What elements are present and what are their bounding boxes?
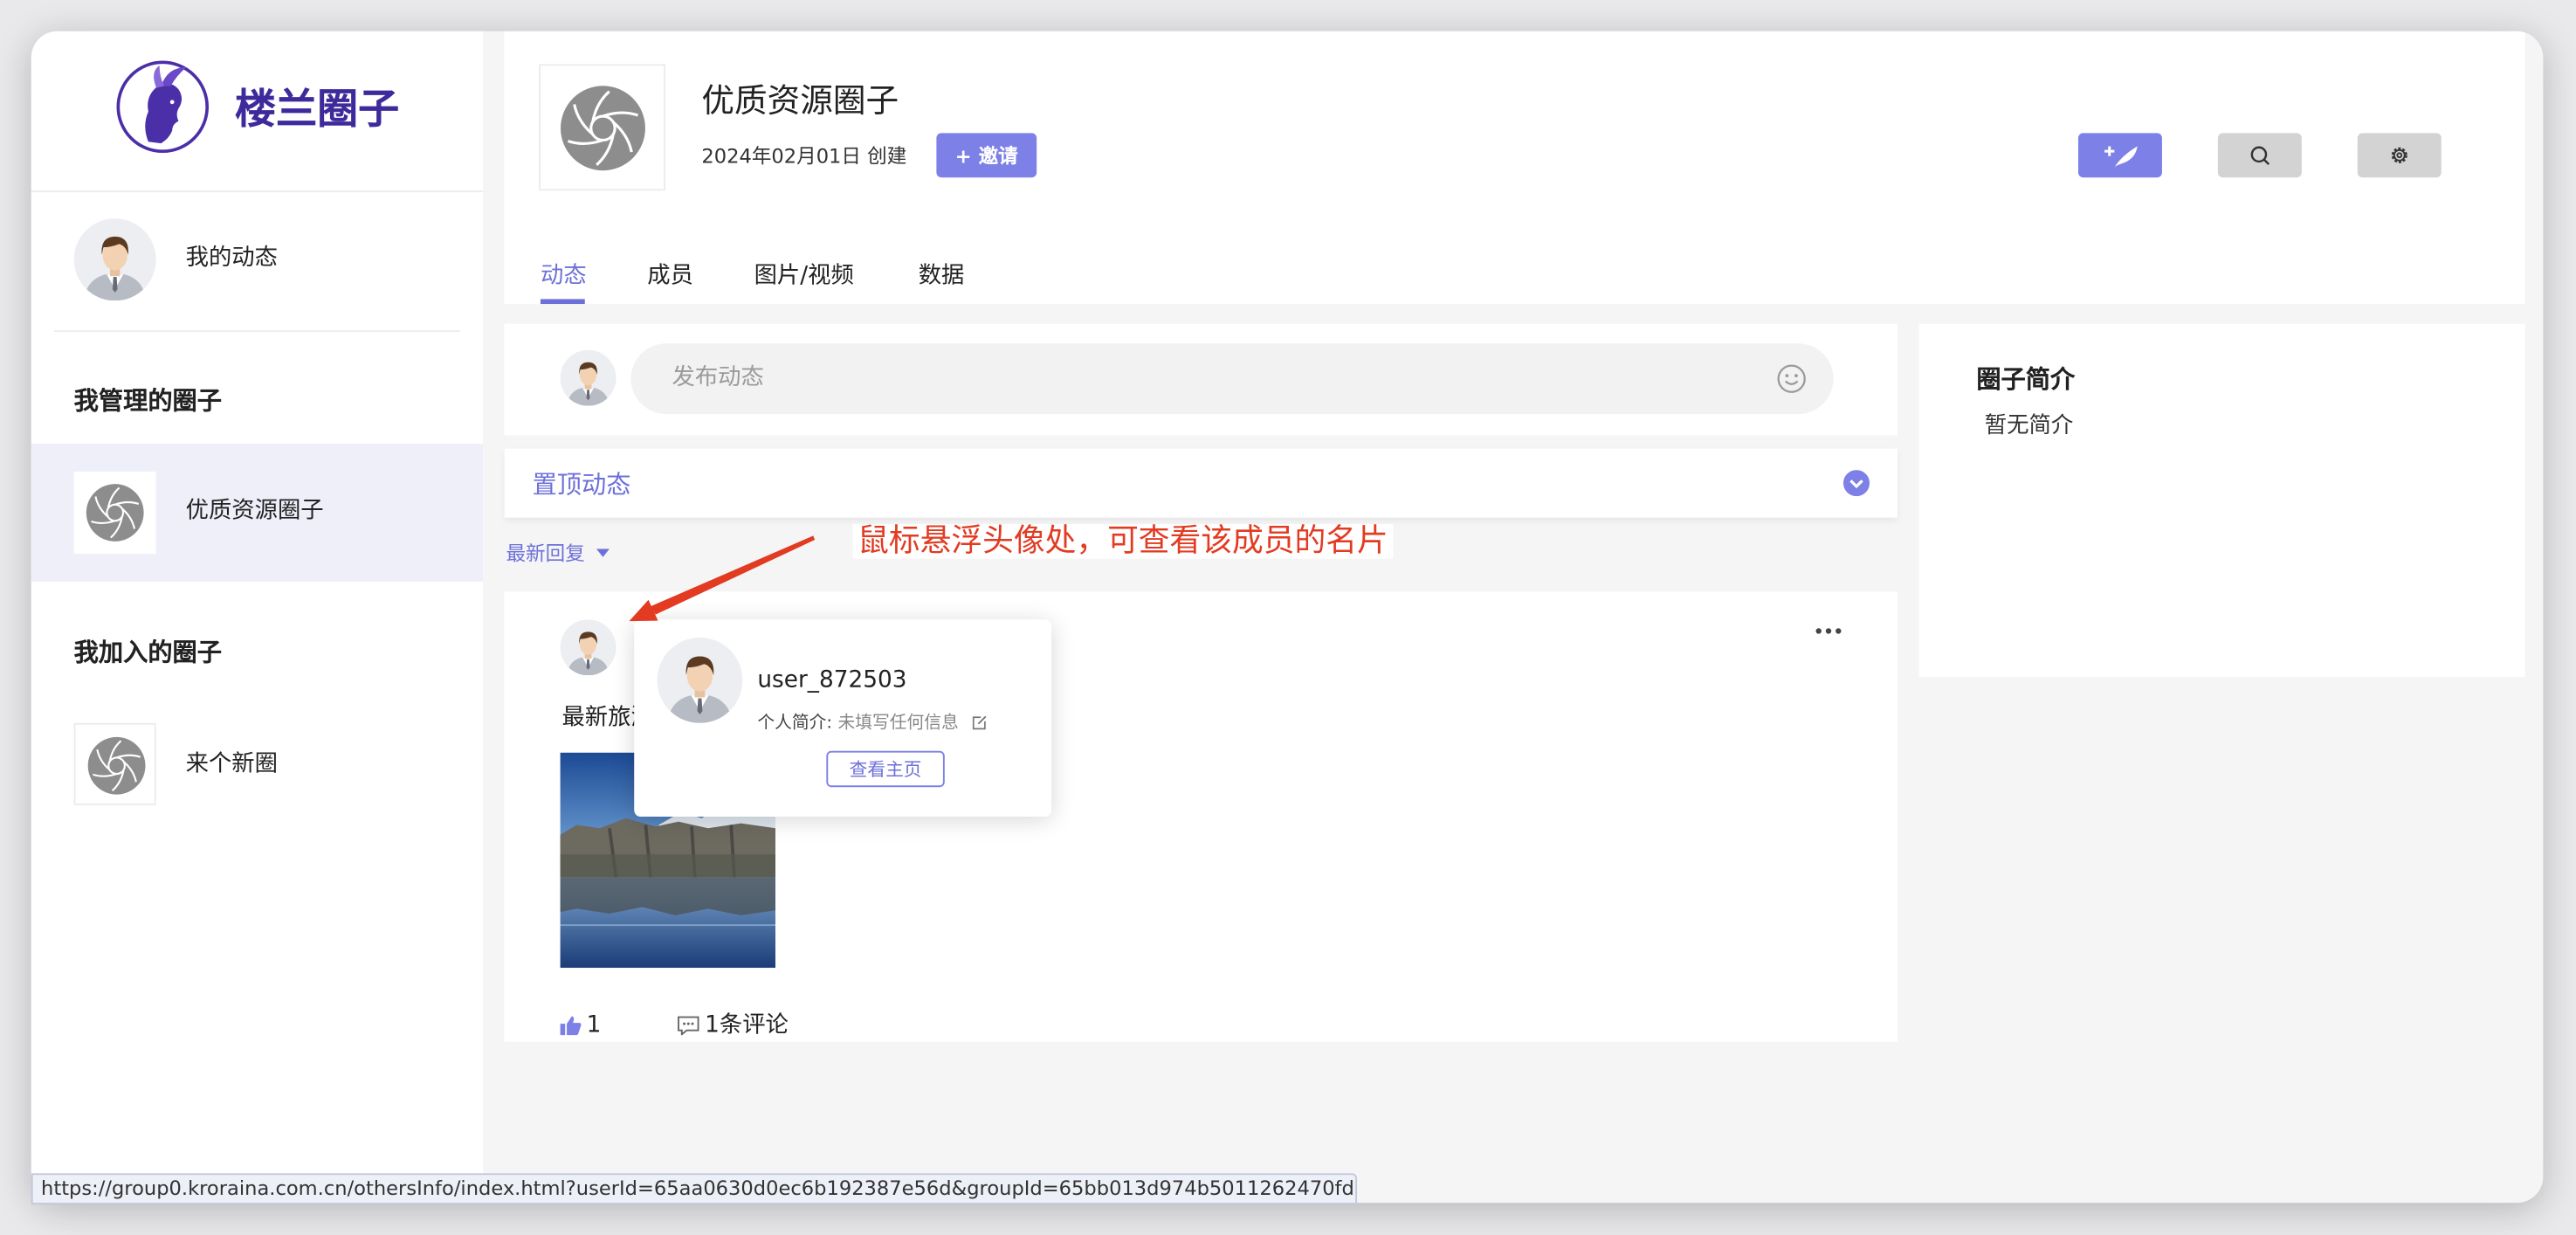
comment-icon <box>678 1016 699 1036</box>
aperture-icon <box>84 481 146 543</box>
thumbs-up-icon <box>560 1016 582 1036</box>
app-window: 楼兰圈子 我的动态 我管理的圈子 优质资源圈子 我加入的圈子 来个新圈 优质资源… <box>31 31 2544 1204</box>
sidebar-item-label: 优质资源圈子 <box>185 498 324 525</box>
about-heading: 圈子简介 <box>1976 364 2076 395</box>
tab-media[interactable]: 图片/视频 <box>754 259 854 293</box>
sidebar-divider <box>54 330 460 333</box>
circle-thumbnail <box>73 722 156 805</box>
sidebar-item-joined-circle[interactable]: 来个新圈 <box>31 708 483 820</box>
tab-active-indicator <box>540 299 585 305</box>
joined-circles-heading: 我加入的圈子 <box>73 637 223 667</box>
group-header: 优质资源圈子 2024年02月01日 创建 + 邀请 动态 成员 图片/视频 数… <box>504 31 2525 305</box>
group-avatar <box>539 64 665 191</box>
smiley-icon[interactable] <box>1776 363 1808 395</box>
like-count: 1 <box>586 1011 602 1039</box>
profile-avatar-icon <box>658 638 743 723</box>
annotation-text: 鼠标悬浮头像处，可查看该成员的名片 <box>852 523 1394 559</box>
search-button[interactable] <box>2217 133 2302 178</box>
sidebar: 楼兰圈子 我的动态 我管理的圈子 优质资源圈子 我加入的圈子 来个新圈 <box>31 31 484 1204</box>
logo-icon[interactable] <box>115 59 210 155</box>
new-post-button[interactable] <box>2077 133 2162 178</box>
chevron-down-circle-icon[interactable] <box>1842 470 1870 497</box>
feather-plus-icon <box>2104 145 2137 167</box>
avatar-icon <box>74 218 156 300</box>
sort-label: 最新回复 <box>506 542 585 566</box>
tab-members[interactable]: 成员 <box>647 259 693 293</box>
post-composer: 发布动态 <box>504 323 1898 436</box>
post-input[interactable]: 发布动态 <box>630 343 1834 415</box>
aperture-icon <box>557 82 649 174</box>
profile-hover-card: user_872503 个人简介: 未填写任何信息 查看主页 <box>634 619 1052 818</box>
group-title: 优质资源圈子 <box>701 80 899 121</box>
profile-username: user_872503 <box>757 666 907 693</box>
author-avatar-icon[interactable] <box>561 619 616 675</box>
comment-count: 1条评论 <box>705 1011 789 1039</box>
edit-icon[interactable] <box>971 714 988 731</box>
tab-feed[interactable]: 动态 <box>541 259 587 293</box>
search-icon <box>2250 146 2270 166</box>
avatar-icon <box>561 350 616 406</box>
profile-bio: 未填写任何信息 <box>837 713 959 734</box>
pinned-posts-bar[interactable]: 置顶动态 <box>504 448 1898 518</box>
view-profile-button[interactable]: 查看主页 <box>826 750 945 788</box>
settings-button[interactable] <box>2357 133 2442 178</box>
circle-thumbnail <box>73 471 156 555</box>
post-input-placeholder: 发布动态 <box>672 364 764 391</box>
app-logo-text[interactable]: 楼兰圈子 <box>235 80 399 140</box>
tab-data[interactable]: 数据 <box>919 259 965 293</box>
more-options-icon[interactable] <box>1815 628 1842 635</box>
sidebar-item-label: 我的动态 <box>185 245 278 272</box>
invite-button[interactable]: + 邀请 <box>936 133 1037 178</box>
sidebar-divider <box>31 190 484 193</box>
sidebar-item-managed-circle[interactable]: 优质资源圈子 <box>31 443 484 583</box>
sidebar-item-label: 来个新圈 <box>185 750 278 777</box>
aperture-icon <box>86 735 148 797</box>
caret-down-icon <box>596 549 610 557</box>
group-created-date: 2024年02月01日 创建 <box>701 144 907 168</box>
browser-status-url: https://group0.kroraina.com.cn/othersInf… <box>31 1173 1358 1205</box>
about-text: 暂无简介 <box>1984 412 2074 439</box>
pinned-posts-label: 置顶动态 <box>532 470 631 500</box>
managed-circles-heading: 我管理的圈子 <box>73 386 223 416</box>
gear-icon <box>2391 147 2407 163</box>
profile-bio-label: 个人简介: <box>757 713 833 734</box>
circle-about-card: 圈子简介 暂无简介 <box>1918 323 2525 678</box>
sidebar-item-my-feed[interactable]: 我的动态 <box>31 204 483 315</box>
